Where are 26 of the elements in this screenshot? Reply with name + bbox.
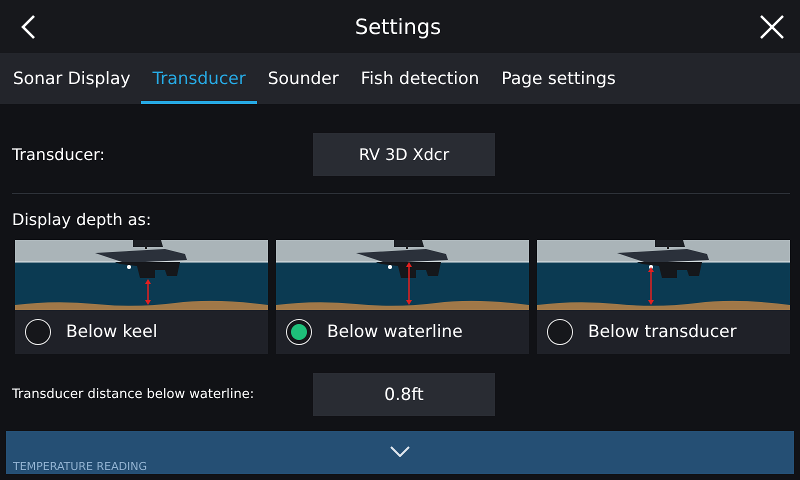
- tab[interactable]: Sounder: [256, 53, 350, 104]
- window-title: Settings: [354, 14, 442, 38]
- radio-button[interactable]: [25, 319, 51, 345]
- option-label: Below waterline: [327, 322, 463, 342]
- depth-option-card[interactable]: Below waterline: [276, 240, 529, 354]
- offset-label: Transducer distance below waterline:: [12, 387, 256, 402]
- offset-button[interactable]: 0.8ft: [313, 373, 495, 416]
- depth-option-card[interactable]: Below transducer: [537, 240, 790, 354]
- radio-button[interactable]: [286, 319, 312, 345]
- tab[interactable]: Sonar Display: [2, 53, 142, 104]
- chevron-down-icon: [390, 446, 410, 457]
- transducer-button[interactable]: RV 3D Xdcr: [313, 133, 495, 176]
- option-label: Below transducer: [588, 322, 737, 342]
- section-heading: TEMPERATURE READING: [13, 460, 148, 473]
- option-label: Below keel: [66, 322, 158, 342]
- tab[interactable]: Fish detection: [350, 53, 490, 104]
- close-icon: [760, 14, 784, 38]
- display-depth-label: Display depth as:: [12, 210, 152, 229]
- transducer-label: Transducer:: [12, 145, 106, 164]
- depth-option-card[interactable]: Below keel: [15, 240, 268, 354]
- tab[interactable]: Transducer: [141, 53, 257, 104]
- back-icon: [20, 14, 36, 40]
- scroll-down-button[interactable]: TEMPERATURE READING: [6, 431, 794, 474]
- radio-button[interactable]: [547, 319, 573, 345]
- tab[interactable]: Page settings: [490, 53, 627, 104]
- close-button[interactable]: [758, 12, 786, 40]
